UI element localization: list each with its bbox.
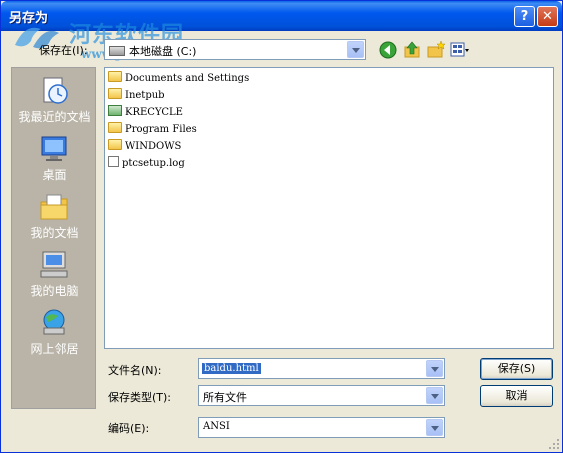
folder-icon bbox=[108, 88, 122, 99]
filetype-value: 所有文件 bbox=[203, 391, 247, 404]
chevron-down-icon[interactable] bbox=[347, 41, 364, 58]
encoding-value: ANSI bbox=[203, 421, 230, 432]
filetype-dropdown[interactable]: 所有文件 bbox=[198, 385, 445, 406]
window-title: 另存为 bbox=[9, 11, 49, 26]
places-bar: 我最近的文档 桌面 我的文档 我的电脑 网上邻居 bbox=[11, 67, 96, 409]
desktop-icon bbox=[41, 136, 67, 161]
file-name: KRECYCLE bbox=[125, 107, 183, 118]
cancel-button[interactable]: 取消 bbox=[480, 385, 553, 407]
place-label: 桌面 bbox=[42, 168, 67, 182]
close-button[interactable]: ✕ bbox=[537, 6, 558, 27]
recycle-folder-icon bbox=[108, 105, 122, 116]
place-label: 我的电脑 bbox=[30, 284, 79, 298]
help-button[interactable]: ? bbox=[514, 6, 535, 27]
views-menu-icon[interactable] bbox=[450, 40, 470, 60]
resize-grip-icon[interactable] bbox=[548, 438, 560, 450]
file-name: Documents and Settings bbox=[125, 73, 250, 84]
lookin-value: 本地磁盘 (C:) bbox=[129, 45, 197, 58]
encoding-dropdown[interactable]: ANSI bbox=[198, 417, 445, 438]
up-folder-icon[interactable] bbox=[402, 40, 422, 60]
place-label: 我的文档 bbox=[30, 226, 79, 240]
drive-icon bbox=[109, 46, 125, 56]
lookin-label: 保存在(I): bbox=[39, 44, 88, 57]
place-recent-documents[interactable]: 我最近的文档 bbox=[12, 72, 97, 128]
list-item[interactable]: Program Files bbox=[108, 122, 197, 138]
filetype-label: 保存类型(T): bbox=[108, 391, 172, 404]
file-name: ptcsetup.log bbox=[122, 158, 185, 169]
file-name: WINDOWS bbox=[125, 141, 182, 152]
file-list[interactable]: Documents and Settings Inetpub KRECYCLE … bbox=[104, 67, 554, 349]
list-item[interactable]: Documents and Settings bbox=[108, 71, 249, 87]
filename-label: 文件名(N): bbox=[108, 364, 162, 377]
list-item[interactable]: ptcsetup.log bbox=[108, 156, 185, 172]
filename-input[interactable]: baidu.html bbox=[198, 358, 445, 379]
list-item[interactable]: WINDOWS bbox=[108, 139, 181, 155]
list-item[interactable]: KRECYCLE bbox=[108, 105, 183, 121]
place-label: 我最近的文档 bbox=[18, 110, 91, 124]
my-documents-icon bbox=[40, 194, 68, 220]
place-label: 网上邻居 bbox=[30, 342, 79, 356]
save-as-dialog: 另存为 ? ✕ 河东软件园 www.pc0359.cn 保存在(I): 本地磁盘… bbox=[0, 0, 563, 453]
place-my-computer[interactable]: 我的电脑 bbox=[12, 246, 97, 302]
back-icon[interactable] bbox=[378, 40, 398, 60]
place-my-documents[interactable]: 我的文档 bbox=[12, 188, 97, 244]
new-folder-icon[interactable] bbox=[426, 40, 446, 60]
folder-icon bbox=[108, 71, 122, 82]
place-network-places[interactable]: 网上邻居 bbox=[12, 304, 97, 360]
folder-icon bbox=[108, 122, 122, 133]
chevron-down-icon[interactable] bbox=[426, 419, 443, 436]
title-bar[interactable]: 另存为 ? ✕ bbox=[1, 1, 562, 31]
chevron-down-icon[interactable] bbox=[426, 360, 443, 377]
folder-icon bbox=[108, 139, 122, 150]
encoding-label: 编码(E): bbox=[108, 422, 150, 435]
network-places-icon bbox=[43, 309, 65, 335]
my-computer-icon bbox=[40, 251, 68, 278]
lookin-dropdown[interactable]: 本地磁盘 (C:) bbox=[104, 39, 366, 60]
file-name: Inetpub bbox=[125, 90, 165, 101]
filename-value: baidu.html bbox=[202, 363, 261, 374]
save-button[interactable]: 保存(S) bbox=[480, 358, 553, 380]
chevron-down-icon[interactable] bbox=[426, 387, 443, 404]
text-file-icon bbox=[108, 156, 119, 167]
recent-documents-icon bbox=[43, 77, 68, 104]
place-desktop[interactable]: 桌面 bbox=[12, 130, 97, 186]
list-item[interactable]: Inetpub bbox=[108, 88, 165, 104]
file-name: Program Files bbox=[125, 124, 197, 135]
